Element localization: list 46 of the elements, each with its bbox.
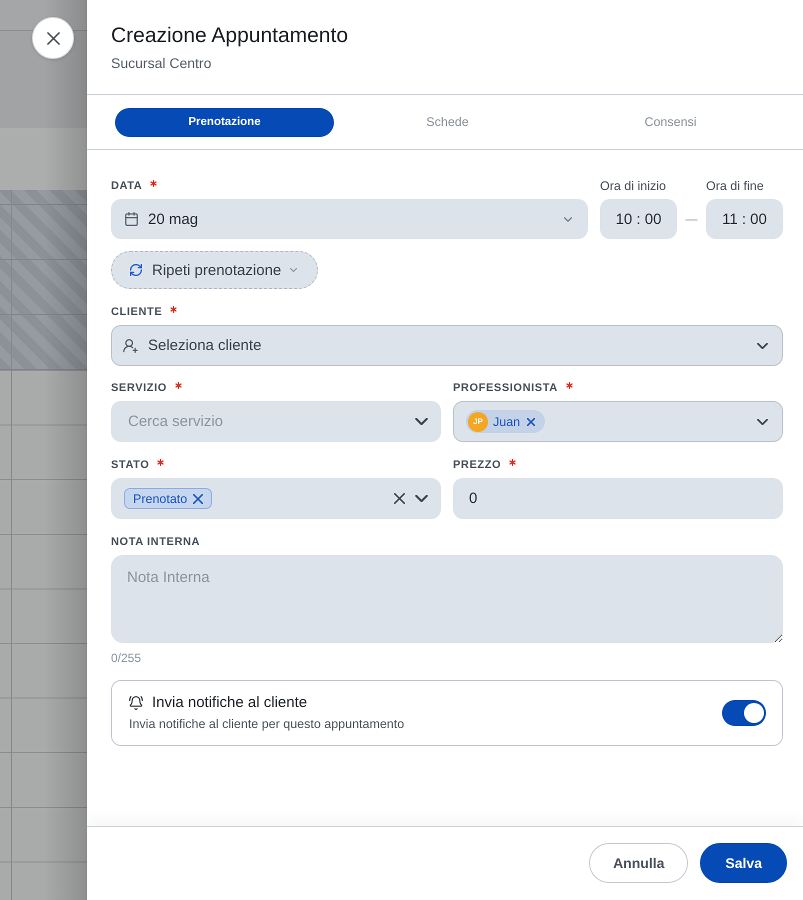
field-label: STATO <box>111 458 150 472</box>
avatar-initials: JP <box>468 412 488 432</box>
user-plus-icon <box>123 338 138 352</box>
chevron-down-icon <box>757 342 768 348</box>
clear-icon[interactable] <box>394 493 405 504</box>
chevron-down-icon <box>757 418 768 424</box>
field-label: NOTA INTERNA <box>111 535 200 549</box>
field-label: Ora di inizio <box>600 179 666 193</box>
notification-description: Invia notifiche al cliente per questo appuntamento <box>129 717 404 732</box>
branch-subtitle: Sucursal Centro <box>111 55 212 72</box>
date-picker-field[interactable]: 20 mag <box>111 199 588 239</box>
refresh-icon <box>130 264 142 276</box>
close-icon <box>46 32 60 44</box>
price-input[interactable]: 0 <box>453 478 783 519</box>
field-label: CLIENTE <box>111 305 162 319</box>
field-label: SERVIZIO <box>111 381 167 395</box>
chip-label: Prenotato <box>133 492 188 506</box>
notification-title: Invia notifiche al cliente <box>152 694 308 712</box>
repeat-booking-button[interactable]: Ripeti prenotazione <box>111 251 318 289</box>
field-label: PREZZO <box>453 458 502 472</box>
field-label: DATA <box>111 179 142 193</box>
bell-icon <box>129 696 143 710</box>
chevron-down-icon <box>564 216 572 222</box>
panel-title: Creazione Appuntamento <box>111 23 349 49</box>
field-label: PROFESSIONISTA <box>453 381 558 395</box>
character-counter: 0/255 <box>111 651 142 665</box>
end-time-field[interactable]: 11 : 00 <box>706 199 783 239</box>
start-time-field[interactable]: 10 : 00 <box>600 199 677 239</box>
save-button[interactable]: Salva <box>700 843 787 883</box>
chevron-down-icon <box>415 418 428 425</box>
time-range-dash: — <box>684 211 698 228</box>
remove-icon[interactable] <box>527 418 536 426</box>
chip-label: Juan <box>493 414 520 428</box>
tab[interactable]: Prenotazione <box>115 108 334 136</box>
field-label: Ora di fine <box>706 179 764 193</box>
professional-select[interactable]: JP Juan <box>453 401 783 442</box>
note-textarea[interactable]: Nota Interna <box>111 555 783 643</box>
remove-icon[interactable] <box>193 494 204 504</box>
close-button[interactable] <box>32 17 74 59</box>
calendar-icon <box>125 212 138 226</box>
client-select[interactable]: Seleziona cliente <box>111 325 783 366</box>
cancel-button[interactable]: Annulla <box>589 843 688 883</box>
notification-toggle[interactable] <box>722 700 766 726</box>
chevron-down-icon <box>415 495 428 502</box>
caret-icon <box>290 268 298 272</box>
status-select[interactable]: Prenotato <box>111 478 441 519</box>
